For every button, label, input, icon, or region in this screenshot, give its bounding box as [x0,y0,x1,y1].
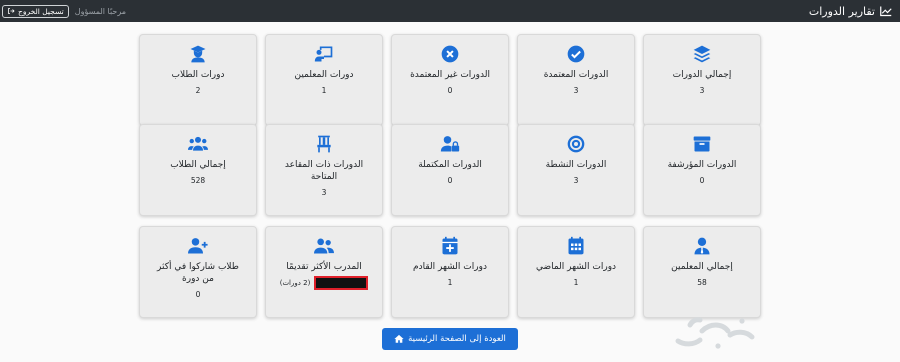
chalkboard-teacher-icon [313,43,335,65]
layers-icon [691,43,713,65]
brand[interactable]: تقارير الدورات [809,5,892,18]
card-value: (2 دورات) [279,279,311,287]
card-label: الدورات ذات المقاعد المتاحة [284,160,364,182]
graduate-icon [187,43,209,65]
card-completed-courses[interactable]: الدورات المكتملة 0 [391,124,509,216]
card-total-courses[interactable]: إجمالي الدورات 3 [643,34,761,126]
card-available-seats-courses[interactable]: الدورات ذات المقاعد المتاحة 3 [265,124,383,216]
card-label: دورات الشهر القادم [413,262,487,272]
card-value: 0 [195,290,201,299]
card-last-month-courses[interactable]: دورات الشهر الماضي 1 [517,226,635,318]
card-teacher-courses[interactable]: دورات المعلمين 1 [265,34,383,126]
card-label: الدورات المؤرشفة [667,160,737,170]
card-label: الدورات المكتملة [418,160,482,170]
user-area: مرحبًا المسؤول تسجيل الخروج [2,4,127,18]
user-lock-icon [439,133,461,155]
card-value: 58 [697,278,707,287]
card-value: 3 [573,86,579,95]
card-label: المدرب الأكثر تقديمًا [286,262,362,272]
target-icon [565,133,587,155]
card-value: 528 [190,176,206,185]
card-multi-course-students[interactable]: طلاب شاركوا في أكثر من دورة 0 [139,226,257,318]
card-label: إجمالي المعلمين [671,262,733,272]
user-tie-icon [691,235,713,257]
card-label: طلاب شاركوا في أكثر من دورة [157,262,239,284]
back-home-button[interactable]: العودة إلى الصفحة الرئيسية [382,328,518,350]
logout-label: تسجيل الخروج [18,6,64,16]
chart-line-icon [880,6,892,17]
card-label: إجمالي الطلاب [170,160,226,170]
back-home-label: العودة إلى الصفحة الرئيسية [408,334,506,344]
card-label: دورات المعلمين [294,70,354,80]
chair-icon [313,133,335,155]
card-label: إجمالي الدورات [672,70,732,80]
user-group-icon [313,235,335,257]
card-label: الدورات غير المعتمدة [410,70,490,80]
card-student-courses[interactable]: دورات الطلاب 2 [139,34,257,126]
card-label: دورات الشهر الماضي [535,262,617,272]
card-archived-courses[interactable]: الدورات المؤرشفة 0 [643,124,761,216]
brand-title: تقارير الدورات [808,4,875,18]
watermark-logo [675,317,755,349]
top-navbar: تقارير الدورات مرحبًا المسؤول تسجيل الخر… [0,0,900,22]
card-value: 3 [321,188,327,197]
card-value: 0 [699,176,705,185]
card-unapproved-courses[interactable]: الدورات غير المعتمدة 0 [391,34,509,126]
card-value: 1 [573,278,579,287]
home-icon [394,334,404,343]
card-total-teachers[interactable]: إجمالي المعلمين 58 [643,226,761,318]
sign-out-icon [8,8,15,14]
archive-icon [691,133,713,155]
check-circle-icon [565,43,587,65]
card-next-month-courses[interactable]: دورات الشهر القادم 1 [391,226,509,318]
card-label: دورات الطلاب [171,70,225,80]
card-value: 3 [573,176,579,185]
card-value: 0 [447,86,453,95]
card-label: الدورات المعتمدة [543,70,609,80]
x-circle-icon [439,43,461,65]
calendar-plus-icon [439,235,461,257]
card-label: الدورات النشطة [545,160,607,170]
card-total-students[interactable]: إجمالي الطلاب 528 [139,124,257,216]
top-trainer-value: (2 دورات) [280,276,369,290]
calendar-icon [565,235,587,257]
user-plus-icon [187,235,209,257]
card-value: 1 [447,278,453,287]
card-approved-courses[interactable]: الدورات المعتمدة 3 [517,34,635,126]
card-value: 3 [699,86,705,95]
welcome-text: مرحبًا المسؤول [74,6,127,16]
card-value: 2 [195,86,201,95]
card-value: 0 [447,176,453,185]
card-active-courses[interactable]: الدورات النشطة 3 [517,124,635,216]
users-icon [187,133,209,155]
logout-button[interactable]: تسجيل الخروج [2,4,69,18]
card-top-trainer[interactable]: المدرب الأكثر تقديمًا (2 دورات) [265,226,383,318]
redacted-trainer-name [314,276,369,290]
card-value: 1 [321,86,327,95]
